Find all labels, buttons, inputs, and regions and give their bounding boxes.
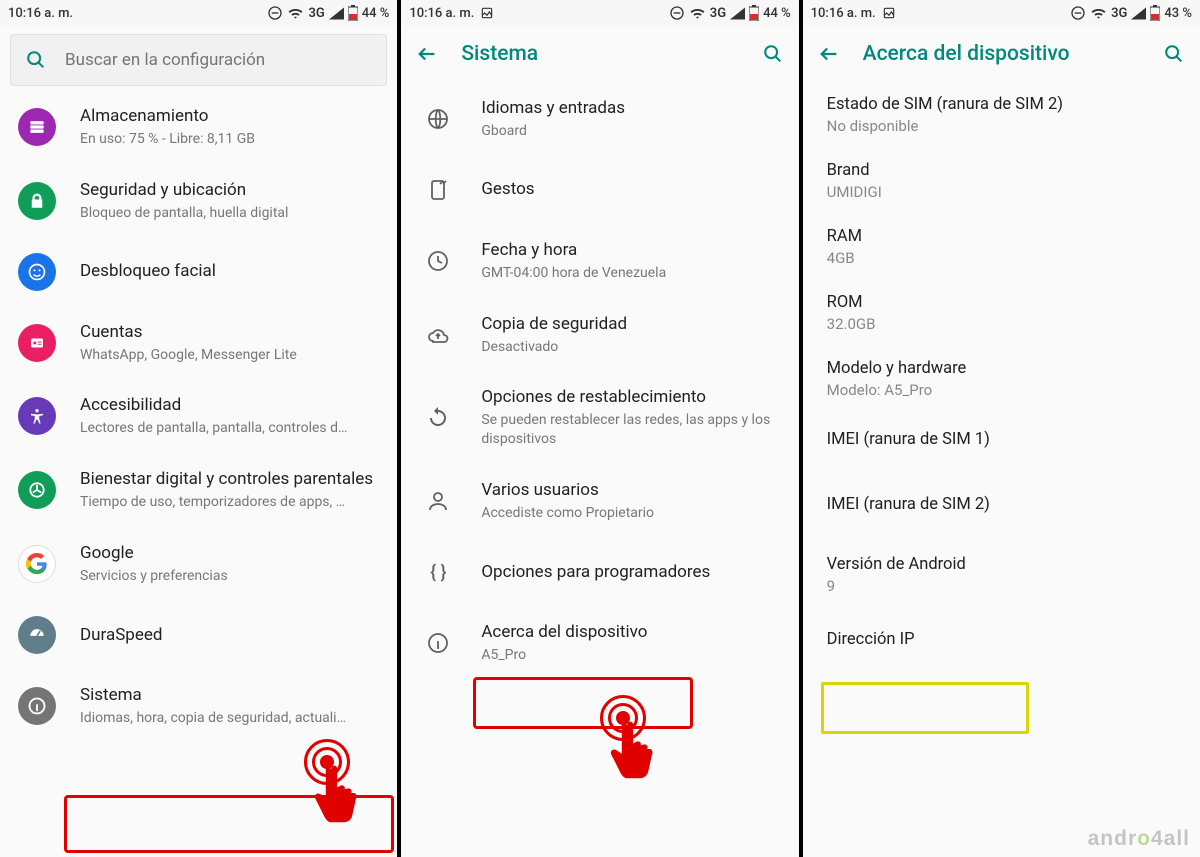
item-developer[interactable]: { } Opciones para programadores: [401, 538, 798, 606]
header-title: Sistema: [461, 42, 738, 66]
battery-percent: 44 %: [763, 6, 791, 21]
do-not-disturb-icon: [1070, 5, 1086, 21]
search-icon: [25, 49, 47, 71]
search-button[interactable]: [759, 40, 787, 68]
settings-main-screen: 10:16 a. m. 3G 44 % Buscar en la configu…: [0, 0, 397, 857]
battery-icon: [1150, 5, 1160, 21]
item-model[interactable]: Modelo y hardwareModelo: A5_Pro: [803, 346, 1200, 412]
info-icon: [18, 687, 56, 725]
item-brand[interactable]: BrandUMIDIGI: [803, 148, 1200, 214]
accounts-icon: [18, 324, 56, 362]
user-icon: [419, 482, 457, 520]
item-reset[interactable]: Opciones de restablecimientoSe pueden re…: [401, 371, 798, 464]
screenshot-icon: [480, 6, 494, 20]
header: Sistema: [401, 26, 798, 82]
do-not-disturb-icon: [267, 5, 283, 21]
search-placeholder: Buscar en la configuración: [65, 50, 265, 70]
wifi-icon: [1090, 6, 1107, 20]
battery-icon: [348, 5, 358, 21]
lock-icon: [18, 182, 56, 220]
about-device-screen: 10:16 a. m. 3G 43 % Acerca del dispositi…: [803, 0, 1200, 857]
status-bar: 10:16 a. m. 3G 44 %: [0, 0, 397, 26]
reset-icon: [419, 399, 457, 437]
network-type: 3G: [1111, 6, 1127, 21]
code-icon: { }: [419, 553, 457, 591]
battery-icon: [749, 5, 759, 21]
item-about[interactable]: Acerca del dispositivoA5_Pro: [401, 606, 798, 680]
wifi-icon: [689, 6, 706, 20]
signal-icon: [730, 7, 745, 20]
settings-search-box[interactable]: Buscar en la configuración: [10, 34, 387, 86]
item-languages[interactable]: Idiomas y entradasGboard: [401, 82, 798, 156]
storage-icon: [18, 108, 56, 146]
status-time: 10:16 a. m.: [409, 6, 474, 21]
item-accounts[interactable]: CuentasWhatsApp, Google, Messenger Lite: [0, 306, 397, 380]
item-faceunlock[interactable]: Desbloqueo facial: [0, 238, 397, 306]
item-storage[interactable]: AlmacenamientoEn uso: 75 % - Libre: 8,11…: [0, 90, 397, 164]
gesture-icon: [419, 171, 457, 209]
battery-percent: 43 %: [1164, 6, 1192, 21]
screenshot-icon: [882, 6, 896, 20]
item-ip[interactable]: Dirección IP: [803, 608, 1200, 662]
signal-icon: [1131, 7, 1146, 20]
google-icon: [18, 545, 56, 583]
item-gestures[interactable]: Gestos: [401, 156, 798, 224]
battery-percent: 44 %: [362, 6, 390, 21]
clock-icon: [419, 242, 457, 280]
item-rom[interactable]: ROM32.0GB: [803, 280, 1200, 346]
network-type: 3G: [710, 6, 726, 21]
wellbeing-icon: [18, 471, 56, 509]
item-datetime[interactable]: Fecha y horaGMT-04:00 hora de Venezuela: [401, 224, 798, 298]
watermark: andro4all: [1088, 827, 1190, 851]
wifi-icon: [287, 6, 304, 20]
item-google[interactable]: GoogleServicios y preferencias: [0, 527, 397, 601]
status-bar: 10:16 a. m. 3G 43 %: [803, 0, 1200, 26]
about-list: Estado de SIM (ranura de SIM 2)No dispon…: [803, 82, 1200, 857]
system-list: Idiomas y entradasGboard Gestos Fecha y …: [401, 82, 798, 857]
back-button[interactable]: [815, 40, 843, 68]
item-system[interactable]: SistemaIdiomas, hora, copia de seguridad…: [0, 669, 397, 743]
do-not-disturb-icon: [669, 5, 685, 21]
network-type: 3G: [308, 6, 324, 21]
item-imei1[interactable]: IMEI (ranura de SIM 1): [803, 412, 1200, 477]
item-ram[interactable]: RAM4GB: [803, 214, 1200, 280]
item-duraspeed[interactable]: DuraSpeed: [0, 601, 397, 669]
cloud-icon: [419, 316, 457, 354]
accessibility-icon: [18, 397, 56, 435]
settings-list: AlmacenamientoEn uso: 75 % - Libre: 8,11…: [0, 90, 397, 857]
item-accessibility[interactable]: AccesibilidadLectores de pantalla, panta…: [0, 379, 397, 453]
status-time: 10:16 a. m.: [811, 6, 876, 21]
status-time: 10:16 a. m.: [8, 6, 73, 21]
status-bar: 10:16 a. m. 3G 44 %: [401, 0, 798, 26]
info-icon: [419, 624, 457, 662]
item-backup[interactable]: Copia de seguridadDesactivado: [401, 298, 798, 372]
item-security[interactable]: Seguridad y ubicaciónBloqueo de pantalla…: [0, 164, 397, 238]
header-title: Acerca del dispositivo: [863, 42, 1140, 66]
system-screen: 10:16 a. m. 3G 44 % Sistema Idiomas y en…: [401, 0, 798, 857]
back-button[interactable]: [413, 40, 441, 68]
search-button[interactable]: [1160, 40, 1188, 68]
item-users[interactable]: Varios usuariosAccediste como Propietari…: [401, 464, 798, 538]
face-icon: [18, 253, 56, 291]
item-sim-status[interactable]: Estado de SIM (ranura de SIM 2)No dispon…: [803, 82, 1200, 148]
speed-icon: [18, 616, 56, 654]
item-wellbeing[interactable]: Bienestar digital y controles parentales…: [0, 453, 397, 527]
header: Acerca del dispositivo: [803, 26, 1200, 82]
signal-icon: [329, 7, 344, 20]
item-imei2[interactable]: IMEI (ranura de SIM 2): [803, 477, 1200, 542]
globe-icon: [419, 100, 457, 138]
item-android-version[interactable]: Versión de Android9: [803, 542, 1200, 608]
